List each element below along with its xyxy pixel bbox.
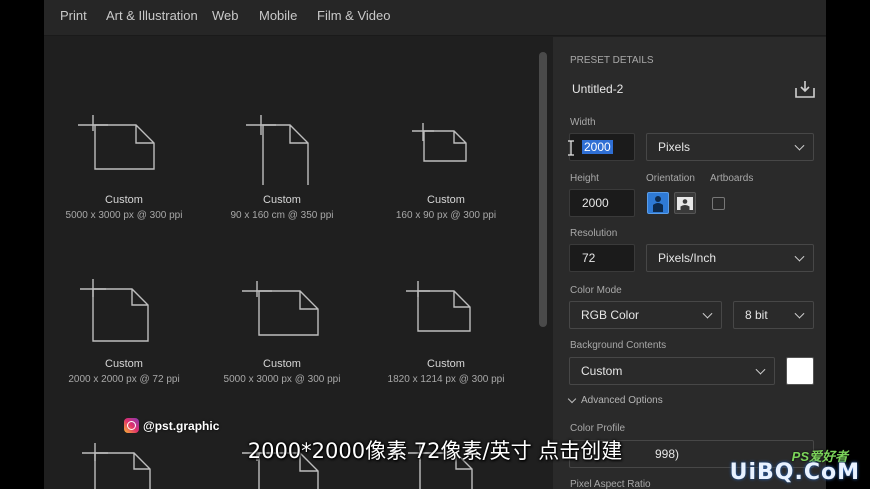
- chevron-down-icon: [702, 308, 713, 319]
- preset-grid-scrollbar[interactable]: [539, 52, 547, 327]
- artboards-checkbox[interactable]: [712, 197, 725, 210]
- chevron-down-icon: [794, 140, 805, 151]
- document-landscape-icon: [406, 281, 471, 332]
- resolution-input[interactable]: 72: [569, 244, 635, 272]
- bit-depth-select[interactable]: 8 bit: [733, 301, 814, 329]
- landscape-person-icon: [677, 197, 693, 210]
- width-unit-select[interactable]: Pixels: [646, 133, 814, 161]
- preset-size: 2000 x 2000 px @ 72 ppi: [68, 374, 180, 385]
- background-contents-label: Background Contents: [570, 340, 667, 351]
- preset-size: 160 x 90 px @ 300 ppi: [395, 210, 497, 221]
- preset-tile[interactable]: Custom 2000 x 2000 px @ 72 ppi: [44, 261, 204, 391]
- resolution-value: 72: [582, 251, 596, 265]
- document-square-icon: [80, 279, 149, 342]
- resolution-unit-value: Pixels/Inch: [658, 251, 717, 265]
- letterbox-left: [0, 0, 44, 489]
- section-title: PRESET DETAILS: [570, 55, 654, 66]
- color-mode-select[interactable]: RGB Color: [569, 301, 722, 329]
- preset-tile[interactable]: Custom 5000 x 3000 px @ 300 ppi: [202, 261, 362, 391]
- preset-name: Custom: [263, 194, 301, 206]
- instagram-icon: [124, 418, 139, 433]
- color-profile-label: Color Profile: [570, 423, 626, 434]
- preset-tile[interactable]: Custom 90 x 160 cm @ 350 ppi: [202, 97, 362, 227]
- portrait-orientation-button[interactable]: [647, 192, 669, 214]
- height-input[interactable]: 2000: [569, 189, 635, 217]
- chevron-down-icon: [794, 251, 805, 262]
- preset-grid: Custom 5000 x 3000 px @ 300 ppi Custom 9…: [44, 37, 549, 489]
- document-name-text: Untitled-2: [572, 82, 624, 96]
- chevron-down-icon: [567, 394, 577, 404]
- preset-size: 1820 x 1214 px @ 300 ppi: [387, 374, 505, 385]
- resolution-unit-select[interactable]: Pixels/Inch: [646, 244, 814, 272]
- text-cursor-icon: [568, 140, 574, 156]
- artboards-label: Artboards: [710, 173, 754, 184]
- preset-name: Custom: [427, 194, 465, 206]
- resolution-label: Resolution: [570, 228, 618, 239]
- color-mode-value: RGB Color: [581, 308, 640, 322]
- chevron-down-icon: [755, 364, 766, 375]
- tab-art-illustration[interactable]: Art & Illustration: [106, 8, 198, 23]
- orientation-label: Orientation: [646, 173, 695, 184]
- preset-size: 90 x 160 cm @ 350 ppi: [230, 210, 334, 221]
- save-preset-icon[interactable]: [794, 79, 816, 99]
- height-value: 2000: [582, 196, 609, 210]
- document-landscape-icon: [78, 115, 155, 170]
- preset-name: Custom: [427, 358, 465, 370]
- preset-name: Custom: [105, 194, 143, 206]
- preset-details-panel: PRESET DETAILS Untitled-2 Width 2000 Pix…: [553, 37, 826, 489]
- tab-film-video[interactable]: Film & Video: [317, 8, 390, 23]
- preset-name: Custom: [263, 358, 301, 370]
- width-unit-value: Pixels: [658, 140, 691, 154]
- width-value: 2000: [582, 140, 613, 154]
- preset-tile[interactable]: Custom 5000 x 3000 px @ 300 ppi: [44, 97, 204, 227]
- background-color-swatch[interactable]: [786, 357, 814, 385]
- width-input[interactable]: 2000: [569, 133, 635, 161]
- tab-web[interactable]: Web: [212, 8, 239, 23]
- preset-name: Custom: [105, 358, 143, 370]
- instagram-handle: @pst.graphic: [124, 418, 219, 433]
- preset-category-tabs: Print Art & Illustration Web Mobile Film…: [44, 0, 826, 36]
- portrait-person-icon: [653, 196, 663, 212]
- chevron-down-icon: [794, 308, 805, 319]
- document-name-input[interactable]: Untitled-2: [567, 77, 767, 101]
- tab-print[interactable]: Print: [60, 8, 87, 23]
- landscape-orientation-button[interactable]: [674, 192, 696, 214]
- preset-size: 5000 x 3000 px @ 300 ppi: [65, 210, 183, 221]
- document-portrait-icon: [246, 115, 309, 185]
- bit-depth-value: 8 bit: [745, 308, 768, 322]
- color-mode-label: Color Mode: [570, 285, 622, 296]
- preset-tile[interactable]: Custom 160 x 90 px @ 300 ppi: [366, 97, 526, 227]
- pixel-aspect-ratio-label: Pixel Aspect Ratio: [570, 479, 651, 489]
- letterbox-right: [826, 0, 870, 489]
- background-contents-value: Custom: [581, 364, 623, 378]
- new-document-dialog: Print Art & Illustration Web Mobile Film…: [44, 0, 826, 489]
- preset-size: 5000 x 3000 px @ 300 ppi: [223, 374, 341, 385]
- background-contents-select[interactable]: Custom: [569, 357, 775, 385]
- watermark-uibq: UiBQ.CoM: [729, 460, 860, 485]
- preset-tile[interactable]: Custom 1820 x 1214 px @ 300 ppi: [366, 261, 526, 391]
- document-landscape-icon: [242, 281, 319, 336]
- advanced-options-label: Advanced Options: [581, 395, 663, 406]
- advanced-options-toggle[interactable]: Advanced Options: [567, 394, 663, 406]
- document-small-landscape-icon: [412, 123, 467, 162]
- height-label: Height: [570, 173, 599, 184]
- handle-text: @pst.graphic: [143, 418, 220, 433]
- tab-mobile[interactable]: Mobile: [259, 8, 297, 23]
- width-label: Width: [570, 117, 596, 128]
